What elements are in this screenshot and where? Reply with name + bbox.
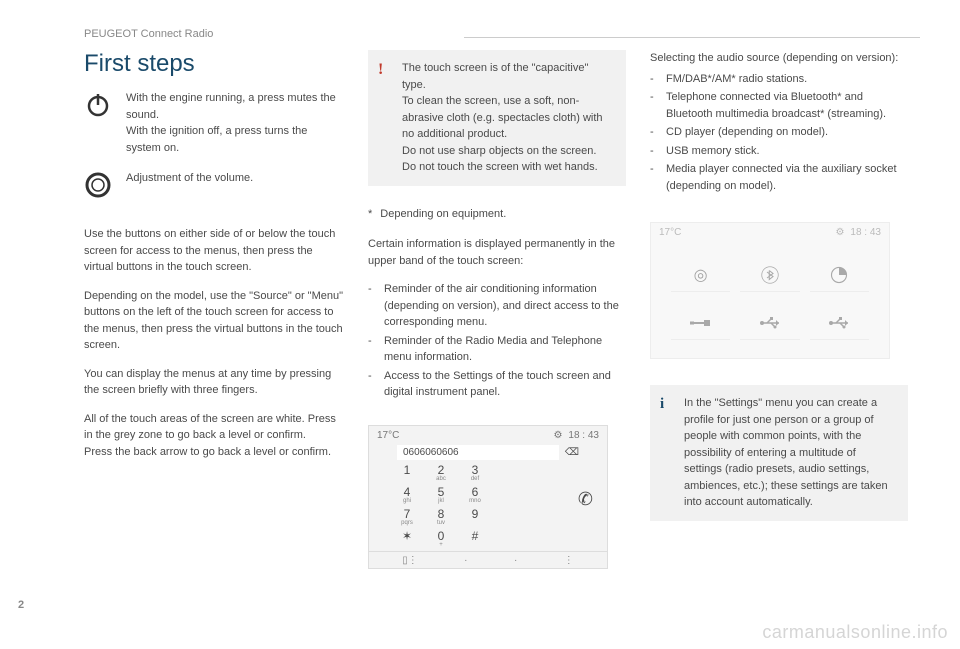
key-0: 0+ bbox=[431, 530, 451, 548]
key-5: 5jkl bbox=[431, 486, 451, 504]
paragraph: You can display the menus at any time by… bbox=[84, 366, 344, 399]
temp-readout: 17°C bbox=[377, 430, 399, 441]
settings-gear-icon: ⚙ bbox=[553, 430, 562, 441]
usb2-source-icon bbox=[810, 306, 869, 340]
header-rule bbox=[464, 37, 920, 38]
footnote-text: Depending on equipment. bbox=[380, 206, 506, 223]
volume-description: Adjustment of the volume. bbox=[126, 170, 344, 187]
footnote: * Depending on equipment. bbox=[368, 206, 626, 223]
volume-dial-icon bbox=[84, 170, 112, 198]
paragraph: Certain information is displayed permane… bbox=[368, 236, 626, 269]
clock-readout: 18 : 43 bbox=[568, 430, 599, 441]
footnote-star: * bbox=[368, 206, 372, 223]
manual-page: PEUGEOT Connect Radio First steps With t… bbox=[0, 0, 960, 569]
warning-callout: ! The touch screen is of the "capacitive… bbox=[368, 50, 626, 186]
backspace-icon: ⌫ bbox=[559, 447, 579, 458]
list-item: Reminder of the Radio Media and Telephon… bbox=[368, 333, 626, 366]
column-2: ! The touch screen is of the "capacitive… bbox=[368, 50, 626, 569]
key-8: 8tuv bbox=[431, 508, 451, 526]
list-item: FM/DAB*/AM* radio stations. bbox=[650, 71, 908, 88]
info-band-list: Reminder of the air conditioning informa… bbox=[368, 281, 626, 401]
key-4: 4ghi bbox=[397, 486, 417, 504]
touchscreen-sources-mockup: 17°C ⚙ 18 : 43 ◎ bbox=[650, 222, 890, 359]
call-icon: ✆ bbox=[578, 489, 593, 510]
power-control-row: With the engine running, a press mutes t… bbox=[84, 90, 344, 156]
header-row: PEUGEOT Connect Radio bbox=[84, 28, 920, 40]
usb1-source-icon bbox=[740, 306, 799, 340]
list-item: Reminder of the air conditioning informa… bbox=[368, 281, 626, 331]
temp-readout: 17°C bbox=[659, 227, 681, 238]
settings-gear-icon: ⚙ bbox=[835, 227, 844, 238]
audio-source-list: FM/DAB*/AM* radio stations. Telephone co… bbox=[650, 71, 908, 195]
volume-control-row: Adjustment of the volume. bbox=[84, 170, 344, 198]
key-3: 3def bbox=[465, 464, 485, 482]
paragraph: Use the buttons on either side of or bel… bbox=[84, 226, 344, 276]
aux-source-icon bbox=[671, 306, 730, 340]
contacts-icon: ▯⋮ bbox=[402, 555, 418, 566]
screen-status-bar: 17°C ⚙ 18 : 43 bbox=[651, 223, 889, 242]
bluetooth-source-icon bbox=[740, 258, 799, 292]
key-1: 1 bbox=[397, 464, 417, 482]
document-section-label: PEUGEOT Connect Radio bbox=[84, 28, 464, 40]
list-item: CD player (depending on model). bbox=[650, 124, 908, 141]
warning-text: The touch screen is of the "capacitive" … bbox=[402, 62, 603, 173]
info-callout: i In the "Settings" menu you can create … bbox=[650, 385, 908, 521]
key-hash: # bbox=[465, 530, 485, 548]
numeric-keypad: 1 2abc 3def 4ghi 5jkl 6mno 7pqrs 8tuv 9 … bbox=[369, 461, 607, 551]
paragraph: All of the touch areas of the screen are… bbox=[84, 411, 344, 461]
key-star: ✶ bbox=[397, 530, 417, 548]
clock-readout: 18 : 43 bbox=[850, 227, 881, 238]
source-grid: ◎ bbox=[651, 242, 889, 358]
key-2: 2abc bbox=[431, 464, 451, 482]
list-item: USB memory stick. bbox=[650, 143, 908, 160]
screen-bottom-bar: ▯⋮ ·· ⋮ bbox=[369, 551, 607, 568]
column-3: Selecting the audio source (depending on… bbox=[650, 50, 908, 569]
column-1: First steps With the engine running, a p… bbox=[84, 50, 344, 569]
key-7: 7pqrs bbox=[397, 508, 417, 526]
key-6: 6mno bbox=[465, 486, 485, 504]
list-item: Telephone connected via Bluetooth* and B… bbox=[650, 89, 908, 122]
power-description: With the engine running, a press mutes t… bbox=[126, 90, 344, 156]
content-columns: First steps With the engine running, a p… bbox=[84, 50, 920, 569]
info-icon: i bbox=[660, 393, 664, 416]
power-icon bbox=[84, 90, 112, 118]
key-9: 9 bbox=[465, 508, 485, 526]
radio-source-icon: ◎ bbox=[671, 258, 730, 292]
more-icon: ⋮ bbox=[564, 555, 574, 566]
exclamation-icon: ! bbox=[378, 58, 383, 82]
list-item: Access to the Settings of the touch scre… bbox=[368, 368, 626, 401]
list-item: Media player connected via the auxiliary… bbox=[650, 161, 908, 194]
dial-display-row: 0606060606 ⌫ bbox=[369, 445, 607, 461]
touchscreen-dialer-mockup: 17°C ⚙ 18 : 43 0606060606 ⌫ 1 2abc 3def … bbox=[368, 425, 608, 569]
disc-source-icon bbox=[810, 258, 869, 292]
page-title: First steps bbox=[84, 50, 344, 78]
page-number: 2 bbox=[18, 599, 24, 611]
info-text: In the "Settings" menu you can create a … bbox=[684, 397, 888, 508]
paragraph: Depending on the model, use the "Source"… bbox=[84, 288, 344, 354]
watermark: carmanualsonline.info bbox=[762, 622, 948, 643]
dialed-number: 0606060606 bbox=[397, 445, 559, 460]
paragraph: Selecting the audio source (depending on… bbox=[650, 50, 908, 67]
screen-status-bar: 17°C ⚙ 18 : 43 bbox=[369, 426, 607, 445]
